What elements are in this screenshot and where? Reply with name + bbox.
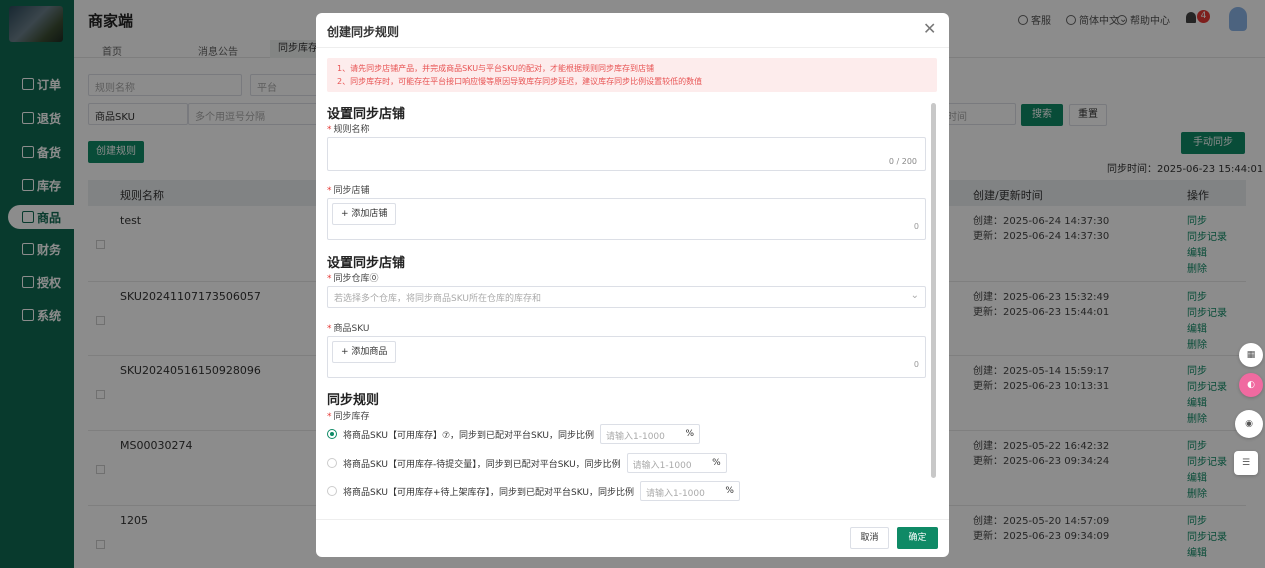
translate-icon[interactable]: ◐ <box>1239 373 1263 397</box>
warehouse-label: * 同步仓库⓪ <box>327 274 379 284</box>
modal-title: 创建同步规则 <box>327 25 400 39</box>
sku-box: + 添加商品 0 <box>327 336 926 378</box>
qrcode-icon[interactable]: ▦ <box>1239 343 1263 367</box>
close-icon[interactable]: ✕ <box>923 19 936 38</box>
sync-stock-label: * 同步库存 <box>327 412 370 422</box>
section-title-rules: 同步规则 <box>327 393 380 408</box>
ratio-input[interactable]: 请输入1-1000% <box>626 453 727 473</box>
notice-line-2: 2、同步库存时，可能存在平台接口响应慢等原因导致库存同步延迟，建议库存同步比例设… <box>337 77 703 86</box>
confirm-button[interactable]: 确定 <box>897 527 938 549</box>
notice-banner: 1、请先同步店铺产品，并完成商品SKU与平台SKU的配对，才能根据规则同步库存到… <box>327 58 937 92</box>
help-icon: ⓪ <box>369 274 379 284</box>
notes-icon[interactable]: ☰ <box>1234 451 1258 475</box>
shop-count: 0 <box>913 222 919 231</box>
radio-button[interactable] <box>327 429 337 439</box>
create-sync-rule-modal: 创建同步规则 ✕ 1、请先同步店铺产品，并完成商品SKU与平台SKU的配对，才能… <box>316 13 949 557</box>
rule-name-input[interactable]: 0 / 200 <box>327 137 926 171</box>
char-counter: 0 / 200 <box>888 157 917 166</box>
modal-scrollbar[interactable] <box>931 103 936 478</box>
add-product-button[interactable]: + 添加商品 <box>332 341 397 363</box>
radio-button[interactable] <box>327 486 337 496</box>
product-count: 0 <box>913 360 919 369</box>
section-title-warehouse: 设置同步店铺 <box>327 256 406 271</box>
robot-icon[interactable]: ◉ <box>1235 410 1263 438</box>
radio-button[interactable] <box>327 458 337 468</box>
ratio-input[interactable]: 请输入1-1000% <box>639 481 740 501</box>
divider <box>316 519 949 520</box>
add-shop-button[interactable]: + 添加店铺 <box>332 203 397 225</box>
ratio-input[interactable]: 请输入1-1000% <box>600 424 700 444</box>
chevron-down-icon: ⌄ <box>910 290 919 301</box>
rule-name-label: * 规则名称 <box>327 125 370 135</box>
sku-label: * 商品SKU <box>327 324 370 334</box>
warehouse-select[interactable]: 若选择多个仓库，将同步商品SKU所在仓库的库存和 ⌄ <box>327 286 926 308</box>
cancel-button[interactable]: 取消 <box>850 527 889 549</box>
rule-option-1[interactable]: 将商品SKU【可用库存】⑦，同步到已配对平台SKU，同步比例 请输入1-1000… <box>327 424 700 444</box>
divider <box>316 47 949 48</box>
rule-option-3[interactable]: 将商品SKU【可用库存+待上架库存】，同步到已配对平台SKU，同步比例 请输入1… <box>327 481 740 501</box>
shop-box: + 添加店铺 0 <box>327 198 926 240</box>
shop-label: * 同步店铺 <box>327 186 370 196</box>
notice-line-1: 1、请先同步店铺产品，并完成商品SKU与平台SKU的配对，才能根据规则同步库存到… <box>337 64 655 73</box>
section-title-shop: 设置同步店铺 <box>327 107 406 122</box>
rule-option-2[interactable]: 将商品SKU【可用库存-待提交量】，同步到已配对平台SKU，同步比例 请输入1-… <box>327 453 727 473</box>
